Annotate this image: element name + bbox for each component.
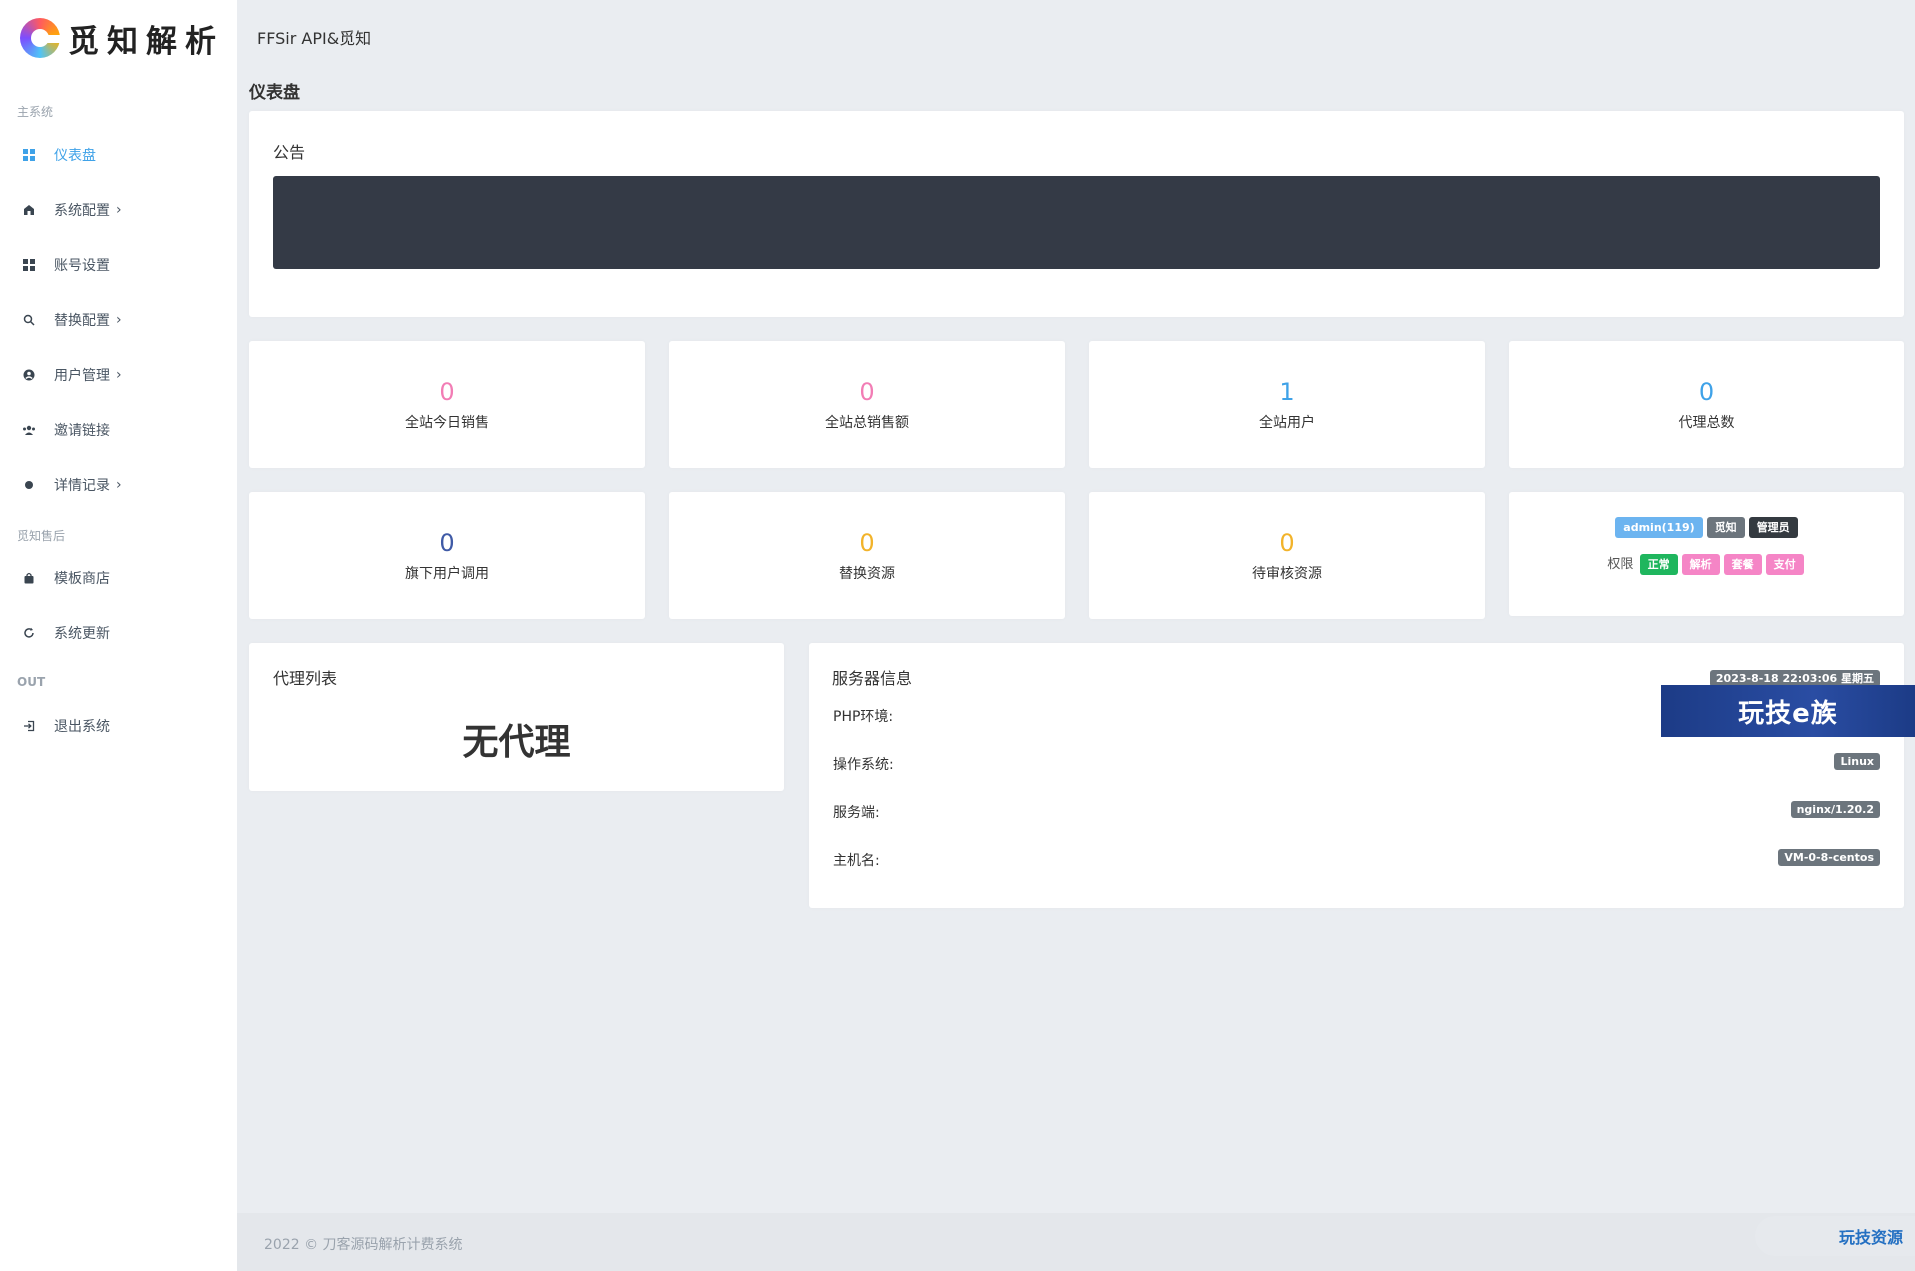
refresh-icon [22, 626, 36, 640]
stat-card-agent-count: 0 代理总数 [1509, 341, 1904, 468]
sidebar-item-template-store[interactable]: 模板商店 [22, 568, 110, 588]
stat-card-today-sales: 0 全站今日销售 [249, 341, 645, 468]
role-badge: 管理员 [1748, 517, 1798, 538]
header-title: FFSir API&觅知 [257, 29, 372, 48]
stat-label: 全站用户 [1259, 414, 1315, 431]
permission-row: 权限 正常 解析 套餐 支付 [1509, 553, 1904, 575]
stat-value: 0 [439, 528, 455, 557]
notice-title: 公告 [273, 143, 306, 162]
agent-list-card: 代理列表 无代理 [249, 643, 784, 791]
sidebar-item-system-update[interactable]: 系统更新 [22, 623, 110, 643]
stat-value: 0 [1279, 528, 1295, 557]
server-label: 服务端: [833, 805, 880, 821]
agent-list-empty: 无代理 [462, 722, 571, 763]
stat-label: 全站今日销售 [405, 414, 489, 431]
sidebar-item-label: 模板商店 [54, 571, 110, 587]
stat-label: 待审核资源 [1252, 565, 1322, 582]
shopping-bag-icon [22, 571, 36, 585]
group-badge: 觅知 [1706, 517, 1745, 538]
sidebar-item-label: 详情记录 [54, 478, 110, 494]
stat-card-replace-resources: 0 替换资源 [669, 492, 1065, 619]
os-value-badge: Linux [1834, 753, 1880, 770]
nav-section-after-sales: 觅知售后 [17, 529, 66, 543]
stat-value: 0 [1698, 377, 1715, 406]
php-label: PHP环境: [833, 709, 894, 725]
app-logo[interactable]: 觅知解析 [20, 16, 224, 60]
perm-package-badge: 套餐 [1723, 554, 1762, 575]
nav-section-out: OUT [17, 675, 46, 689]
footer-copyright: 2022 © 刀客源码解析计费系统 [264, 1237, 463, 1253]
stat-value: 0 [859, 377, 875, 406]
agent-list-title: 代理列表 [273, 669, 338, 688]
perm-parse-badge: 解析 [1681, 554, 1720, 575]
sidebar-item-detail-records[interactable]: 详情记录 › [22, 475, 122, 495]
sidebar-item-label: 退出系统 [54, 719, 110, 735]
sidebar-item-system-config[interactable]: 系统配置 › [22, 200, 122, 220]
host-value-badge: VM-0-8-centos [1778, 849, 1880, 866]
stat-value: 0 [859, 528, 875, 557]
footer: 2022 © 刀客源码解析计费系统 [237, 1213, 1915, 1271]
dot-icon [22, 478, 36, 492]
chevron-right-icon: › [116, 202, 122, 218]
permission-label: 权限 [1607, 557, 1634, 572]
sidebar-item-user-management[interactable]: 用户管理 › [22, 365, 122, 385]
logout-icon [22, 719, 36, 733]
os-label: 操作系统: [833, 757, 894, 773]
stat-label: 全站总销售额 [825, 414, 909, 431]
sidebar-item-label: 仪表盘 [54, 148, 96, 164]
nav-section-main: 主系统 [17, 105, 54, 119]
sidebar-item-replace-config[interactable]: 替换配置 › [22, 310, 122, 330]
stat-label: 旗下用户调用 [405, 565, 489, 582]
stat-value: 1 [1279, 377, 1295, 406]
stat-card-total-sales: 0 全站总销售额 [669, 341, 1065, 468]
page-title: 仪表盘 [249, 83, 300, 103]
stat-card-sub-user-calls: 0 旗下用户调用 [249, 492, 645, 619]
stat-label: 替换资源 [839, 565, 895, 582]
sidebar-item-label: 系统配置 [54, 203, 110, 219]
host-label: 主机名: [833, 853, 880, 869]
sidebar-item-dashboard[interactable]: 仪表盘 [22, 145, 96, 165]
profile-card: admin(119) 觅知 管理员 权限 正常 解析 套餐 支付 [1509, 492, 1904, 616]
stat-label: 代理总数 [1678, 414, 1735, 431]
stat-card-total-users: 1 全站用户 [1089, 341, 1485, 468]
grid-icon [22, 258, 36, 272]
notice-card: 公告 [249, 111, 1904, 317]
sidebar-item-label: 账号设置 [54, 258, 110, 274]
watermark-corner: 玩技资源 [1755, 1216, 1915, 1256]
sidebar-item-label: 系统更新 [54, 626, 110, 642]
perm-normal-badge: 正常 [1639, 554, 1678, 575]
server-value-badge: nginx/1.20.2 [1790, 801, 1880, 818]
home-icon [22, 203, 36, 217]
search-icon [22, 313, 36, 327]
watermark-banner: 玩技e族 [1661, 685, 1915, 737]
perm-payment-badge: 支付 [1765, 554, 1804, 575]
chevron-right-icon: › [116, 312, 122, 328]
server-row-server: 服务端: nginx/1.20.2 [833, 801, 1880, 822]
server-info-title: 服务器信息 [832, 669, 913, 688]
server-datetime: 2023-8-18 22:03:06 星期五 [1709, 667, 1880, 687]
logo-text: 觅知解析 [68, 23, 224, 60]
logo-icon [20, 18, 62, 58]
server-row-host: 主机名: VM-0-8-centos [833, 849, 1880, 870]
sidebar-item-logout[interactable]: 退出系统 [22, 716, 110, 736]
sidebar-item-invite-link[interactable]: 邀请链接 [22, 420, 110, 440]
sidebar-item-label: 邀请链接 [54, 423, 110, 439]
dashboard-grid-icon [22, 148, 36, 162]
sidebar-item-label: 用户管理 [54, 368, 110, 384]
sidebar-item-account-settings[interactable]: 账号设置 [22, 255, 110, 275]
chevron-right-icon: › [116, 367, 122, 383]
chevron-right-icon: › [116, 477, 122, 493]
stat-value: 0 [439, 377, 455, 406]
stat-card-pending-resources: 0 待审核资源 [1089, 492, 1485, 619]
users-icon [22, 423, 36, 437]
username-badge: admin(119) [1615, 517, 1703, 538]
server-row-os: 操作系统: Linux [833, 753, 1880, 774]
sidebar: 觅知解析 主系统 仪表盘 系统配置 › 账号设置 替换配置 › 用户管理 › 邀… [0, 0, 237, 1271]
notice-content [273, 176, 1880, 269]
server-info-card: 服务器信息 2023-8-18 22:03:06 星期五 PHP环境: 操作系统… [809, 643, 1904, 908]
profile-badges: admin(119) 觅知 管理员 [1509, 516, 1904, 538]
sidebar-item-label: 替换配置 [54, 313, 110, 329]
user-circle-icon [22, 368, 36, 382]
